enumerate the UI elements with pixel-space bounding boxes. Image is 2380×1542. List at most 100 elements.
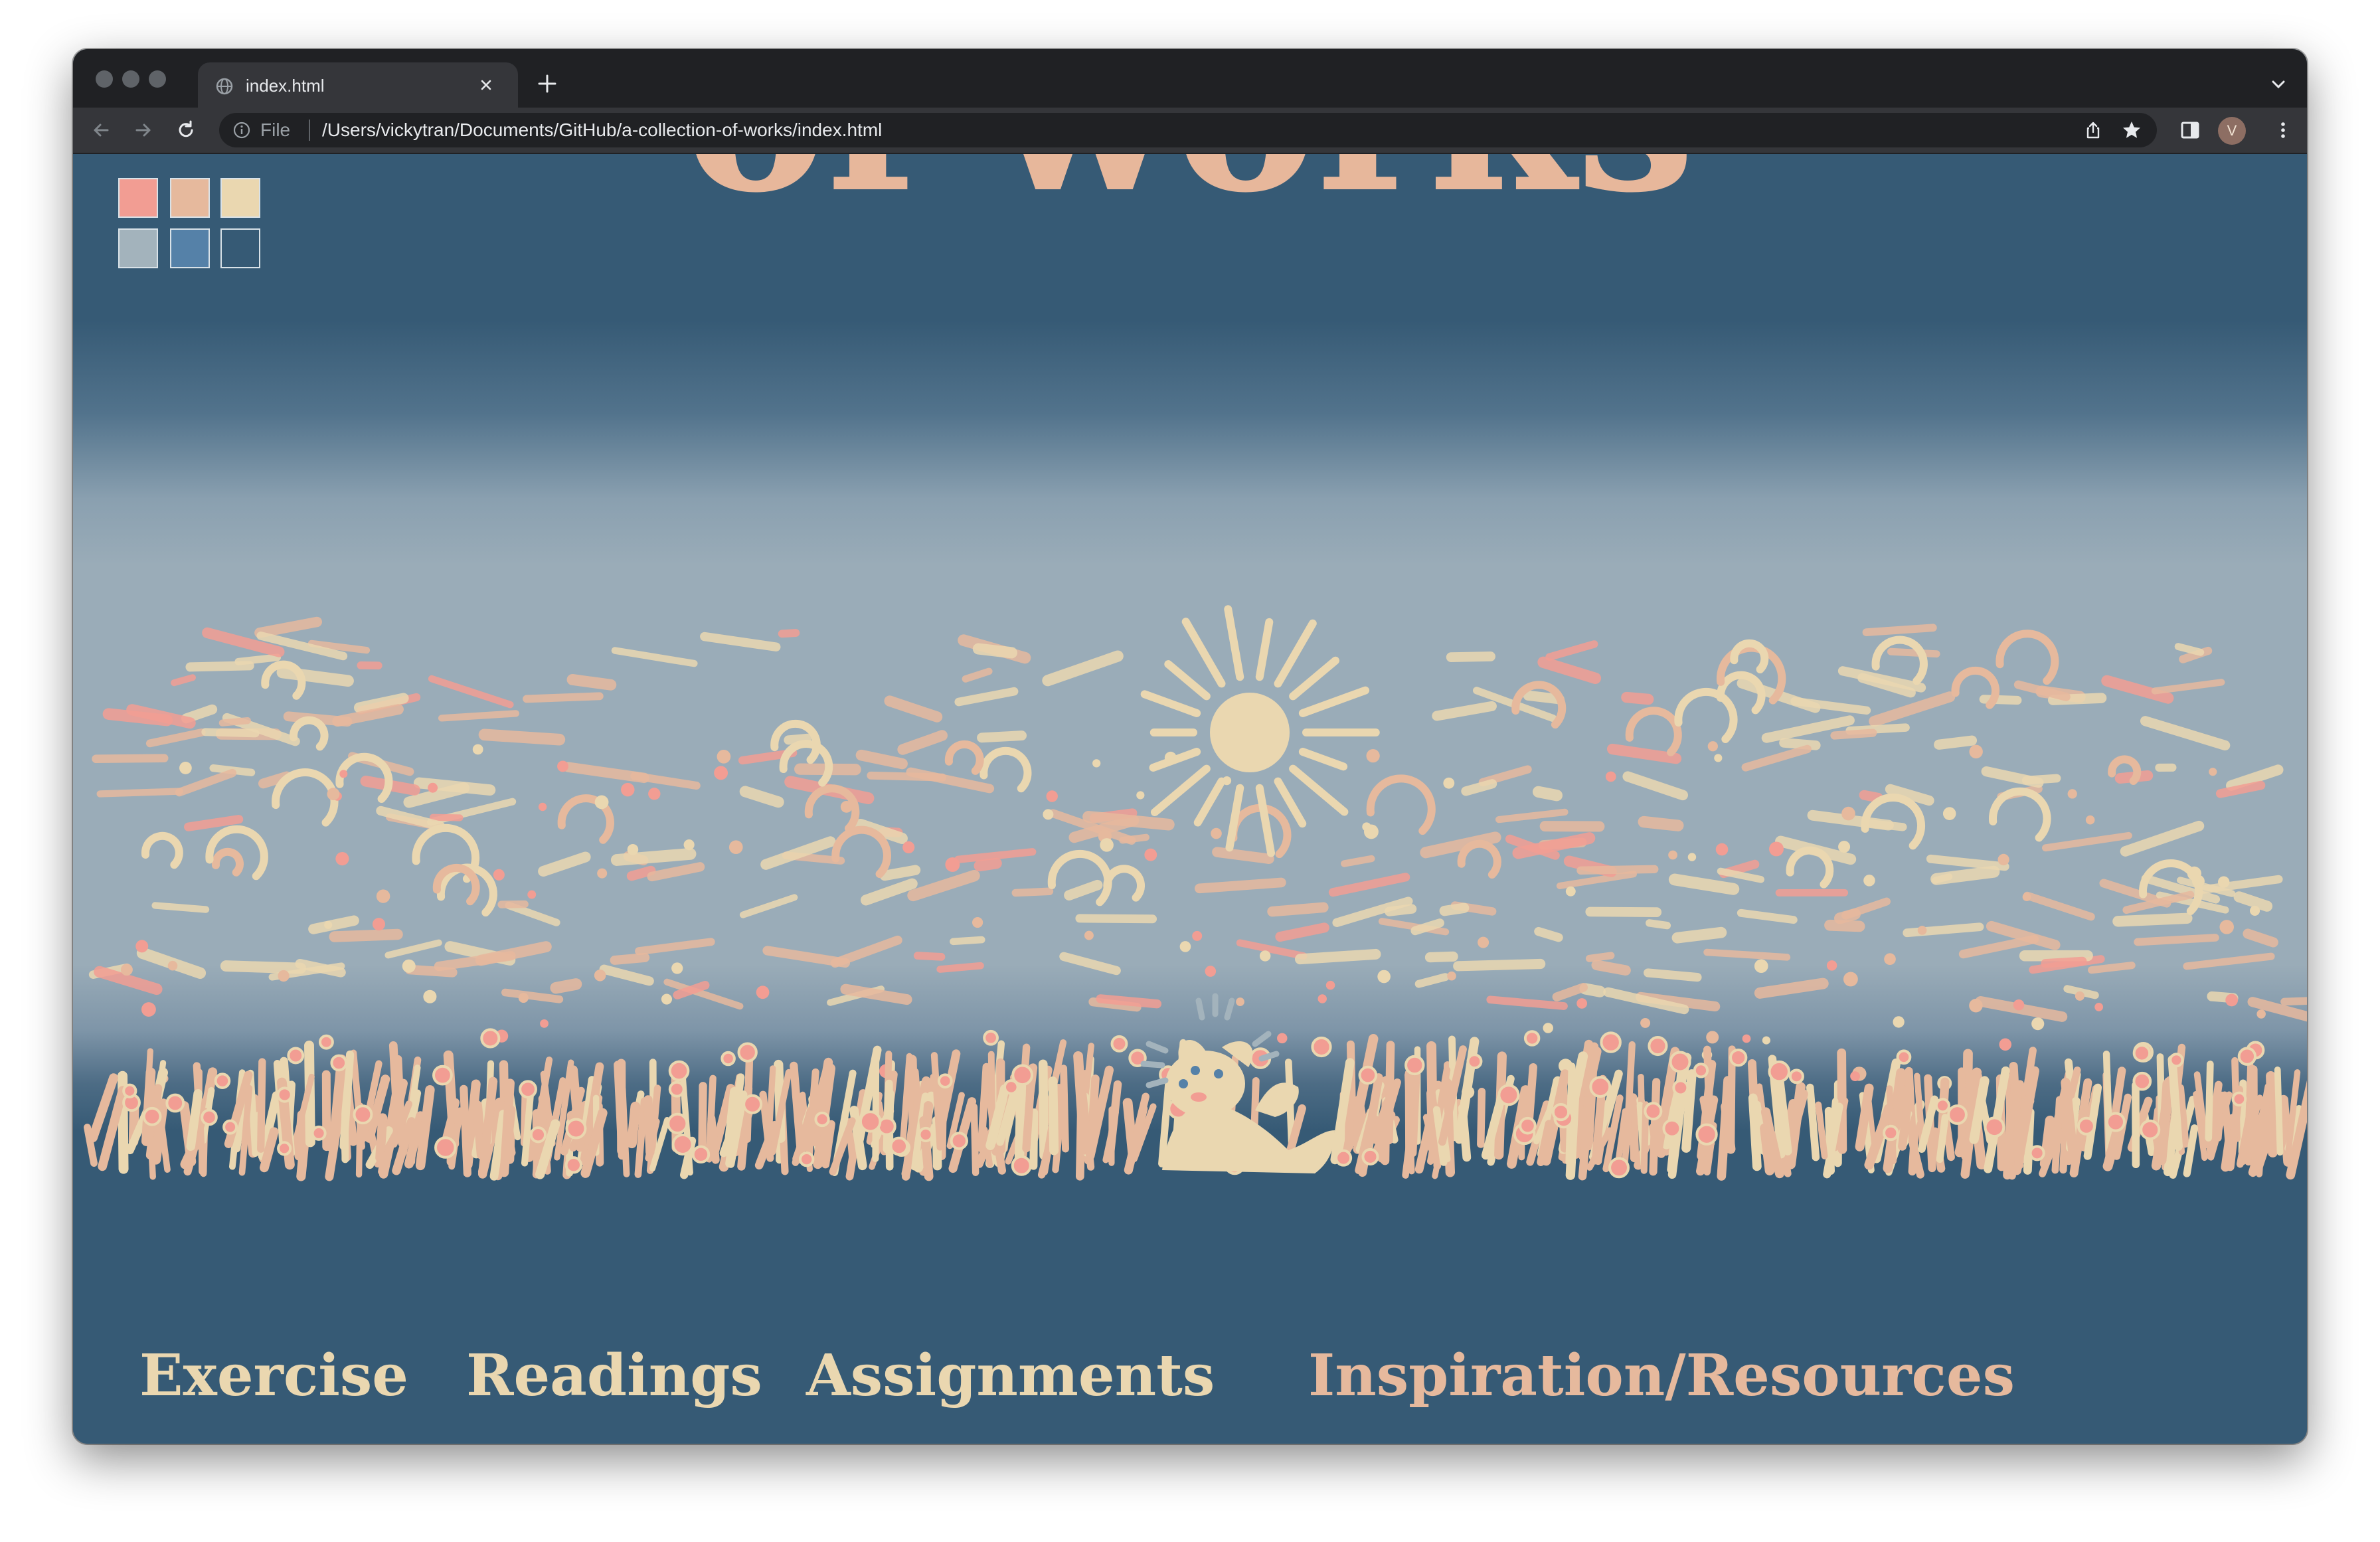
sun-ray [1225, 784, 1244, 852]
flower [1404, 1055, 1425, 1076]
dot [1917, 926, 1927, 935]
cloud-stroke [1495, 808, 1569, 823]
flower [201, 1108, 218, 1126]
cloud-swirl [1674, 687, 1738, 744]
cloud-stroke [2195, 875, 2283, 895]
dot [2191, 875, 2205, 888]
cloud-stroke [2023, 891, 2095, 921]
grass-blade [1565, 1085, 1580, 1180]
cloud-stroke [1294, 948, 1381, 965]
dot [2225, 993, 2239, 1007]
cloud-stroke [1737, 908, 1798, 924]
cloud-stroke [96, 788, 183, 798]
flower [1644, 1102, 1663, 1121]
dot [2249, 905, 2260, 916]
minimize-window-dot[interactable] [122, 70, 139, 88]
nav-link-exercise[interactable]: Exercise [139, 1343, 408, 1409]
close-tab-icon[interactable] [477, 76, 495, 94]
dot [1100, 838, 1114, 852]
zoom-window-dot[interactable] [149, 70, 166, 88]
cloud-stroke [1934, 735, 1978, 750]
cloud-stroke [897, 730, 948, 755]
new-tab-icon[interactable] [535, 72, 559, 96]
dot [1046, 790, 1058, 802]
cloud-stroke [2183, 952, 2275, 970]
reload-icon[interactable] [174, 118, 198, 142]
flower [2140, 1119, 2161, 1140]
cloud-stroke [1545, 640, 1598, 661]
flower [667, 1112, 689, 1134]
grass-blade [247, 1069, 259, 1157]
cloud-swirl [272, 768, 339, 827]
dot [2256, 1009, 2266, 1019]
cloud-stroke [954, 687, 1019, 707]
cloud-swirl [141, 831, 183, 869]
cloud-stroke [1576, 865, 1659, 875]
avatar[interactable]: V [2218, 117, 2246, 145]
cloud-swirl [831, 825, 891, 879]
dot [1640, 1017, 1651, 1028]
sun-ray [1289, 764, 1349, 816]
dot [141, 1002, 156, 1017]
cloud-stroke [2151, 679, 2225, 695]
cloud-stroke [599, 964, 654, 986]
side-panel-icon[interactable] [2178, 118, 2202, 142]
dot [493, 869, 505, 881]
cloud-stroke [1668, 873, 1740, 895]
cloud-stroke [1341, 855, 1375, 867]
landscape-illustration [84, 605, 2307, 1181]
dot [1884, 953, 1896, 966]
flower [480, 1028, 501, 1049]
dot [1205, 966, 1217, 977]
cloud-stroke [2174, 643, 2205, 656]
dot [557, 760, 568, 772]
grass-blade [2205, 1061, 2214, 1142]
grass-blade [472, 1100, 487, 1160]
grass-blade [1837, 1048, 1847, 1154]
cloud-swirl [1786, 846, 1834, 889]
flower [2132, 1071, 2152, 1091]
cloud-stroke [1414, 973, 1450, 988]
cloud-stroke [1830, 728, 1877, 740]
flower [742, 1094, 763, 1114]
grass-blade [2051, 1096, 2063, 1174]
share-icon[interactable] [2082, 120, 2104, 141]
dot [1843, 972, 1858, 987]
cloud-swirl [1103, 865, 1146, 902]
cloud-stroke [175, 768, 237, 797]
cloud-stroke [308, 915, 359, 934]
cloud-stroke [1833, 908, 1861, 924]
flower [1361, 1148, 1379, 1165]
more-menu-icon[interactable] [2271, 118, 2295, 142]
nav-link-assignments[interactable]: Assignments [806, 1343, 1215, 1409]
nav-link-inspiration-resources[interactable]: Inspiration/Resources [1308, 1343, 2015, 1409]
address-bar[interactable]: File /Users/vickytran/Documents/GitHub/a… [219, 113, 2157, 147]
url-text[interactable]: /Users/vickytran/Documents/GitHub/a-coll… [322, 120, 882, 140]
chevron-down-icon[interactable] [2270, 77, 2287, 92]
dot [1762, 1036, 1770, 1045]
dot [2022, 893, 2031, 902]
back-arrow-icon[interactable] [89, 118, 113, 142]
dot [1826, 960, 1837, 971]
browser-window: index.html File /Users/vickytran/Documen… [73, 49, 2307, 1444]
star-icon[interactable] [2121, 120, 2142, 141]
browser-tab[interactable]: index.html [198, 62, 518, 108]
info-icon[interactable] [232, 121, 251, 139]
sun-ray [1255, 784, 1276, 857]
close-window-dot[interactable] [96, 70, 113, 88]
cloud-stroke [1606, 743, 1682, 764]
dot [1863, 875, 1875, 887]
cloud-stroke [181, 704, 218, 724]
flower [318, 1034, 334, 1050]
cloud-stroke [1926, 854, 2009, 871]
dot [2031, 1017, 2045, 1031]
dot [1893, 1016, 1905, 1028]
nav-link-readings[interactable]: Readings [466, 1343, 762, 1409]
page-viewport: of works Exercise [73, 154, 2307, 1444]
cloud-stroke [234, 653, 282, 665]
cloud-stroke [151, 902, 210, 913]
forward-arrow-icon[interactable] [131, 118, 155, 142]
cloud-stroke [611, 647, 698, 667]
cloud-stroke [171, 674, 196, 687]
flower [1669, 1051, 1691, 1073]
